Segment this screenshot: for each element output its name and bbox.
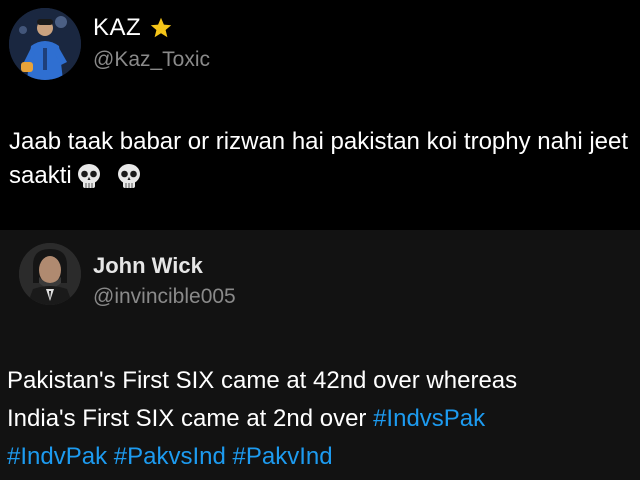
user-handle[interactable]: @Kaz_Toxic bbox=[93, 48, 210, 72]
quoted-display-name[interactable]: John Wick bbox=[93, 253, 203, 279]
display-name[interactable]: KAZ bbox=[93, 14, 141, 42]
quoted-user-handle[interactable]: @invincible005 bbox=[93, 285, 236, 309]
quoted-tweet-text: Pakistan's First SIX came at 42nd over w… bbox=[7, 362, 637, 476]
hashtag-link[interactable]: #PakvInd bbox=[233, 443, 333, 470]
star-icon bbox=[150, 17, 172, 38]
quoted-tweet[interactable]: John Wick @invincible005 Pakistan's Firs… bbox=[0, 230, 640, 480]
skull-icon bbox=[117, 163, 140, 188]
quoted-text-line-1: Pakistan's First SIX came at 42nd over w… bbox=[7, 367, 518, 394]
skull-emojis bbox=[74, 162, 144, 192]
name-row: KAZ bbox=[93, 14, 173, 42]
quoted-avatar-image bbox=[19, 243, 81, 305]
avatar-image bbox=[9, 8, 81, 80]
avatar[interactable] bbox=[9, 8, 81, 80]
quoted-text-line-2: India's First SIX came at 2nd over bbox=[7, 405, 374, 432]
hashtag-link[interactable]: #PakvsInd bbox=[114, 443, 226, 470]
quoted-avatar[interactable] bbox=[19, 243, 81, 305]
tweet-text: Jaab taak babar or rizwan hai pakistan k… bbox=[9, 125, 634, 193]
skull-icon bbox=[77, 163, 100, 188]
hashtag-link[interactable]: #IndvPak bbox=[7, 443, 107, 470]
hashtag-link[interactable]: #IndvsPak bbox=[373, 405, 485, 432]
main-tweet: KAZ @Kaz_Toxic Jaab taak babar or rizwan… bbox=[0, 0, 640, 230]
